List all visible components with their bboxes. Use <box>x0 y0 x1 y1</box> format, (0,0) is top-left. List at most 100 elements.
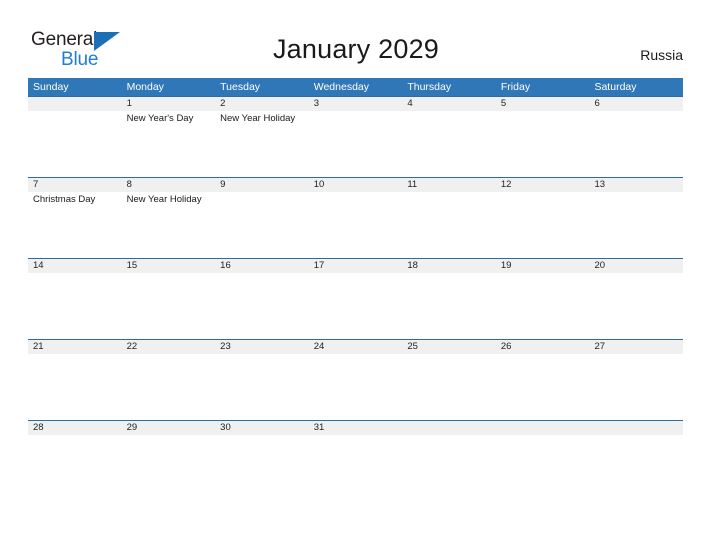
holiday-label: New Year's Day <box>126 113 194 124</box>
page-title: January 2029 <box>272 34 440 64</box>
calendar-day-cell-empty <box>589 421 684 501</box>
day-events <box>589 273 683 275</box>
holiday-label: Christmas Day <box>33 194 96 205</box>
day-date-band <box>308 97 403 111</box>
day-events <box>496 273 590 275</box>
calendar-day-cell[interactable]: 21 <box>28 340 122 420</box>
calendar-day-cell[interactable]: 8 New Year Holiday <box>121 178 216 258</box>
day-number: 25 <box>407 341 418 352</box>
day-events <box>589 435 683 437</box>
week-cells: 1 New Year's Day 2 New Year Holiday 3 4 5 6 <box>28 97 684 177</box>
day-number: 2 <box>220 98 226 109</box>
day-number: 11 <box>407 179 418 190</box>
weekday-header-sunday: Sunday <box>33 81 69 93</box>
calendar-day-cell-empty <box>28 97 122 177</box>
calendar-day-cell[interactable]: 18 <box>402 259 496 339</box>
calendar-weeks: 1 New Year's Day 2 New Year Holiday 3 4 5 6 7 Chr… <box>28 96 684 501</box>
day-events: New Year's Day <box>122 111 216 125</box>
calendar-week-row: 1 New Year's Day 2 New Year Holiday 3 4 5 6 <box>28 96 684 177</box>
day-events <box>28 111 122 113</box>
day-number: 23 <box>220 341 231 352</box>
day-number: 14 <box>33 260 44 271</box>
page-header: General Blue January 2029 Russia <box>0 0 712 78</box>
weekday-header-wednesday: Wednesday <box>313 81 369 93</box>
calendar-day-cell[interactable]: 29 <box>121 421 216 501</box>
day-events: New Year Holiday <box>122 192 216 206</box>
calendar-day-cell[interactable]: 30 <box>215 421 309 501</box>
calendar-day-cell[interactable]: 28 <box>28 421 122 501</box>
calendar-day-cell[interactable]: 20 <box>589 259 684 339</box>
day-number: 7 <box>33 179 39 190</box>
calendar-day-cell[interactable]: 19 <box>495 259 590 339</box>
day-number: 1 <box>126 98 132 109</box>
weekday-header-friday: Friday <box>500 81 531 93</box>
day-events <box>402 435 496 437</box>
day-events <box>589 192 683 194</box>
day-events <box>309 192 403 194</box>
day-events <box>309 273 403 275</box>
day-events <box>122 435 216 437</box>
calendar-day-cell[interactable]: 26 <box>495 340 590 420</box>
week-cells: 14 15 16 17 18 19 20 <box>28 259 684 339</box>
day-events <box>402 354 496 356</box>
country-label: Russia <box>640 47 683 63</box>
calendar-day-cell[interactable]: 9 <box>215 178 309 258</box>
calendar-day-cell-empty <box>402 421 496 501</box>
calendar-day-cell[interactable]: 17 <box>308 259 403 339</box>
day-date-band <box>589 97 684 111</box>
calendar-day-cell[interactable]: 15 <box>121 259 216 339</box>
week-cells: 21 22 23 24 25 26 27 <box>28 340 684 420</box>
holiday-label: New Year Holiday <box>220 113 296 124</box>
day-date-band <box>402 421 496 435</box>
day-date-band <box>215 178 309 192</box>
calendar-day-cell[interactable]: 4 <box>402 97 496 177</box>
day-number: 6 <box>594 98 600 109</box>
calendar-day-cell[interactable]: 5 <box>495 97 590 177</box>
calendar-day-cell[interactable]: 6 <box>589 97 684 177</box>
calendar-day-cell[interactable]: 11 <box>402 178 496 258</box>
day-events <box>496 111 590 113</box>
holiday-label: New Year Holiday <box>126 194 202 205</box>
day-events <box>402 192 496 194</box>
day-events <box>215 354 309 356</box>
calendar-day-cell[interactable]: 10 <box>308 178 403 258</box>
day-events <box>309 435 403 437</box>
calendar-day-cell[interactable]: 2 New Year Holiday <box>215 97 309 177</box>
calendar-day-cell[interactable]: 16 <box>215 259 309 339</box>
day-number: 26 <box>500 341 512 352</box>
weekday-header-saturday: Saturday <box>594 81 637 93</box>
day-number: 20 <box>594 260 606 271</box>
calendar-day-cell[interactable]: 12 <box>495 178 590 258</box>
day-events <box>496 435 590 437</box>
calendar-day-cell[interactable]: 27 <box>589 340 684 420</box>
day-events <box>215 273 309 275</box>
calendar-day-cell[interactable]: 7 Christmas Day <box>28 178 122 258</box>
calendar-day-cell[interactable]: 1 New Year's Day <box>121 97 216 177</box>
day-number: 31 <box>313 422 325 433</box>
week-cells: 7 Christmas Day 8 New Year Holiday 9 10 11 12 13 <box>28 178 684 258</box>
day-number: 29 <box>126 422 138 433</box>
day-events <box>402 273 496 275</box>
day-events <box>122 273 216 275</box>
weekday-header-thursday: Thursday <box>407 81 452 93</box>
calendar-day-cell-empty <box>495 421 590 501</box>
day-events: New Year Holiday <box>215 111 309 125</box>
calendar-day-cell[interactable]: 31 <box>308 421 403 501</box>
day-number: 3 <box>313 98 320 109</box>
calendar-day-cell[interactable]: 14 <box>28 259 122 339</box>
calendar-day-cell[interactable]: 13 <box>589 178 684 258</box>
week-cells: 28 29 30 31 <box>28 421 684 501</box>
calendar-day-cell[interactable]: 23 <box>215 340 309 420</box>
day-date-band <box>495 421 590 435</box>
day-events <box>589 111 683 113</box>
calendar-day-cell[interactable]: 22 <box>121 340 216 420</box>
calendar-page: General Blue January 2029 Russia Sunday … <box>0 0 712 550</box>
day-events <box>215 192 309 194</box>
day-number: 22 <box>126 341 138 352</box>
day-number: 10 <box>313 179 325 190</box>
calendar-day-cell[interactable]: 25 <box>402 340 496 420</box>
calendar-day-cell[interactable]: 3 <box>308 97 403 177</box>
day-number: 28 <box>33 422 44 433</box>
calendar-day-cell[interactable]: 24 <box>308 340 403 420</box>
day-events <box>28 354 122 356</box>
